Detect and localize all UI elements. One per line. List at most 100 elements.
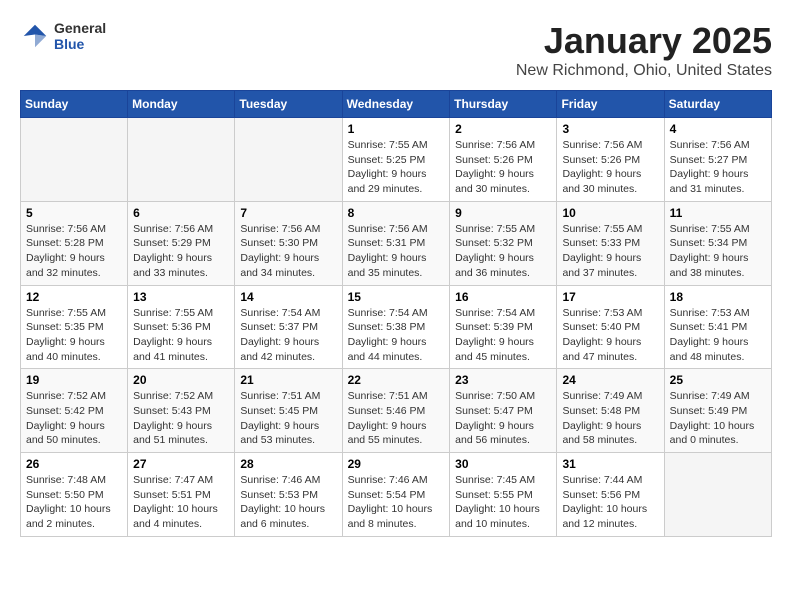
day-info: Sunrise: 7:56 AMSunset: 5:30 PMDaylight:… [240,222,336,281]
day-number: 18 [670,290,766,304]
day-info: Sunrise: 7:45 AMSunset: 5:55 PMDaylight:… [455,473,551,532]
day-info: Sunrise: 7:55 AMSunset: 5:32 PMDaylight:… [455,222,551,281]
day-number: 19 [26,373,122,387]
calendar-cell: 28Sunrise: 7:46 AMSunset: 5:53 PMDayligh… [235,453,342,537]
calendar-cell: 29 Sunrise: 7:46 AMSunset: 5:54 PMDayligh… [342,453,450,537]
day-info: Sunrise: 7:55 AMSunset: 5:35 PMDaylight:… [26,306,122,365]
week-row-4: 19 Sunrise: 7:52 AMSunset: 5:42 PMDayligh… [21,369,772,453]
day-info: Sunrise: 7:53 AMSunset: 5:41 PMDaylight:… [670,306,766,365]
day-number: 2 [455,122,551,136]
day-number: 6 [133,206,229,220]
calendar-cell: 15 Sunrise: 7:54 AMSunset: 5:38 PMDayligh… [342,285,450,369]
day-info: Sunrise: 7:49 AMSunset: 5:49 PMDaylight:… [670,389,766,448]
calendar-cell [21,118,128,202]
day-number: 13 [133,290,229,304]
logo-general: General [54,20,106,36]
day-number: 8 [348,206,445,220]
day-info: Sunrise: 7:48 AMSunset: 5:50 PMDaylight:… [26,473,122,532]
day-number: 25 [670,373,766,387]
day-number: 14 [240,290,336,304]
day-info: Sunrise: 7:52 AMSunset: 5:42 PMDaylight:… [26,389,122,448]
day-number: 24 [562,373,658,387]
day-number: 1 [348,122,445,136]
day-header-saturday: Saturday [664,91,771,118]
calendar-cell: 26 Sunrise: 7:48 AMSunset: 5:50 PMDayligh… [21,453,128,537]
calendar-cell [664,453,771,537]
day-info: Sunrise: 7:56 AMSunset: 5:26 PMDaylight:… [455,138,551,197]
day-info: Sunrise: 7:51 AMSunset: 5:45 PMDaylight:… [240,389,336,448]
day-info: Sunrise: 7:56 AMSunset: 5:27 PMDaylight:… [670,138,766,197]
calendar-cell: 25 Sunrise: 7:49 AMSunset: 5:49 PMDayligh… [664,369,771,453]
day-info: Sunrise: 7:56 AMSunset: 5:26 PMDaylight:… [562,138,658,197]
header: General Blue January 2025 New Richmond, … [20,20,772,80]
week-row-5: 26 Sunrise: 7:48 AMSunset: 5:50 PMDayligh… [21,453,772,537]
calendar-cell [128,118,235,202]
calendar-cell: 9 Sunrise: 7:55 AMSunset: 5:32 PMDaylight… [450,201,557,285]
week-row-3: 12Sunrise: 7:55 AMSunset: 5:35 PMDayligh… [21,285,772,369]
day-header-thursday: Thursday [450,91,557,118]
calendar-cell: 21 Sunrise: 7:51 AMSunset: 5:45 PMDayligh… [235,369,342,453]
day-number: 21 [240,373,336,387]
day-number: 27 [133,457,229,471]
day-info: Sunrise: 7:50 AMSunset: 5:47 PMDaylight:… [455,389,551,448]
day-number: 26 [26,457,122,471]
day-number: 7 [240,206,336,220]
calendar-cell: 30 Sunrise: 7:45 AMSunset: 5:55 PMDayligh… [450,453,557,537]
logo-icon [20,21,50,51]
day-number: 20 [133,373,229,387]
calendar-cell: 23Sunrise: 7:50 AMSunset: 5:47 PMDayligh… [450,369,557,453]
calendar-cell: 24Sunrise: 7:49 AMSunset: 5:48 PMDayligh… [557,369,664,453]
calendar-cell: 5 Sunrise: 7:56 AMSunset: 5:28 PMDaylight… [21,201,128,285]
calendar-cell: 2 Sunrise: 7:56 AMSunset: 5:26 PMDaylight… [450,118,557,202]
day-info: Sunrise: 7:46 AMSunset: 5:54 PMDaylight:… [348,473,445,532]
calendar-cell: 22Sunrise: 7:51 AMSunset: 5:46 PMDayligh… [342,369,450,453]
day-number: 3 [562,122,658,136]
title-area: January 2025 New Richmond, Ohio, United … [516,20,772,80]
day-info: Sunrise: 7:47 AMSunset: 5:51 PMDaylight:… [133,473,229,532]
day-number: 9 [455,206,551,220]
day-number: 31 [562,457,658,471]
calendar-cell: 10 Sunrise: 7:55 AMSunset: 5:33 PMDayligh… [557,201,664,285]
day-header-monday: Monday [128,91,235,118]
day-info: Sunrise: 7:56 AMSunset: 5:31 PMDaylight:… [348,222,445,281]
logo-blue: Blue [54,36,106,52]
day-number: 15 [348,290,445,304]
calendar-cell: 1 Sunrise: 7:55 AMSunset: 5:25 PMDaylight… [342,118,450,202]
day-info: Sunrise: 7:55 AMSunset: 5:25 PMDaylight:… [348,138,445,197]
day-info: Sunrise: 7:55 AMSunset: 5:33 PMDaylight:… [562,222,658,281]
calendar-cell: 8 Sunrise: 7:56 AMSunset: 5:31 PMDaylight… [342,201,450,285]
calendar-cell: 4 Sunrise: 7:56 AMSunset: 5:27 PMDaylight… [664,118,771,202]
calendar-cell: 14 Sunrise: 7:54 AMSunset: 5:37 PMDayligh… [235,285,342,369]
day-info: Sunrise: 7:54 AMSunset: 5:37 PMDaylight:… [240,306,336,365]
logo: General Blue [20,20,106,52]
day-number: 11 [670,206,766,220]
day-info: Sunrise: 7:55 AMSunset: 5:36 PMDaylight:… [133,306,229,365]
day-info: Sunrise: 7:52 AMSunset: 5:43 PMDaylight:… [133,389,229,448]
calendar-cell: 13 Sunrise: 7:55 AMSunset: 5:36 PMDayligh… [128,285,235,369]
day-number: 22 [348,373,445,387]
calendar-cell: 27 Sunrise: 7:47 AMSunset: 5:51 PMDayligh… [128,453,235,537]
day-info: Sunrise: 7:54 AMSunset: 5:38 PMDaylight:… [348,306,445,365]
calendar-cell: 6Sunrise: 7:56 AMSunset: 5:29 PMDaylight… [128,201,235,285]
day-header-wednesday: Wednesday [342,91,450,118]
day-info: Sunrise: 7:53 AMSunset: 5:40 PMDaylight:… [562,306,658,365]
day-header-row: SundayMondayTuesdayWednesdayThursdayFrid… [21,91,772,118]
day-info: Sunrise: 7:44 AMSunset: 5:56 PMDaylight:… [562,473,658,532]
day-info: Sunrise: 7:56 AMSunset: 5:28 PMDaylight:… [26,222,122,281]
calendar-cell: 11Sunrise: 7:55 AMSunset: 5:34 PMDayligh… [664,201,771,285]
calendar-cell: 3 Sunrise: 7:56 AMSunset: 5:26 PMDaylight… [557,118,664,202]
day-number: 5 [26,206,122,220]
day-header-sunday: Sunday [21,91,128,118]
day-number: 28 [240,457,336,471]
week-row-1: 1 Sunrise: 7:55 AMSunset: 5:25 PMDaylight… [21,118,772,202]
day-number: 4 [670,122,766,136]
calendar-header: SundayMondayTuesdayWednesdayThursdayFrid… [21,91,772,118]
day-number: 29 [348,457,445,471]
calendar-cell [235,118,342,202]
day-header-tuesday: Tuesday [235,91,342,118]
calendar-cell: 7 Sunrise: 7:56 AMSunset: 5:30 PMDaylight… [235,201,342,285]
calendar-cell: 19 Sunrise: 7:52 AMSunset: 5:42 PMDayligh… [21,369,128,453]
day-number: 30 [455,457,551,471]
day-header-friday: Friday [557,91,664,118]
day-number: 10 [562,206,658,220]
